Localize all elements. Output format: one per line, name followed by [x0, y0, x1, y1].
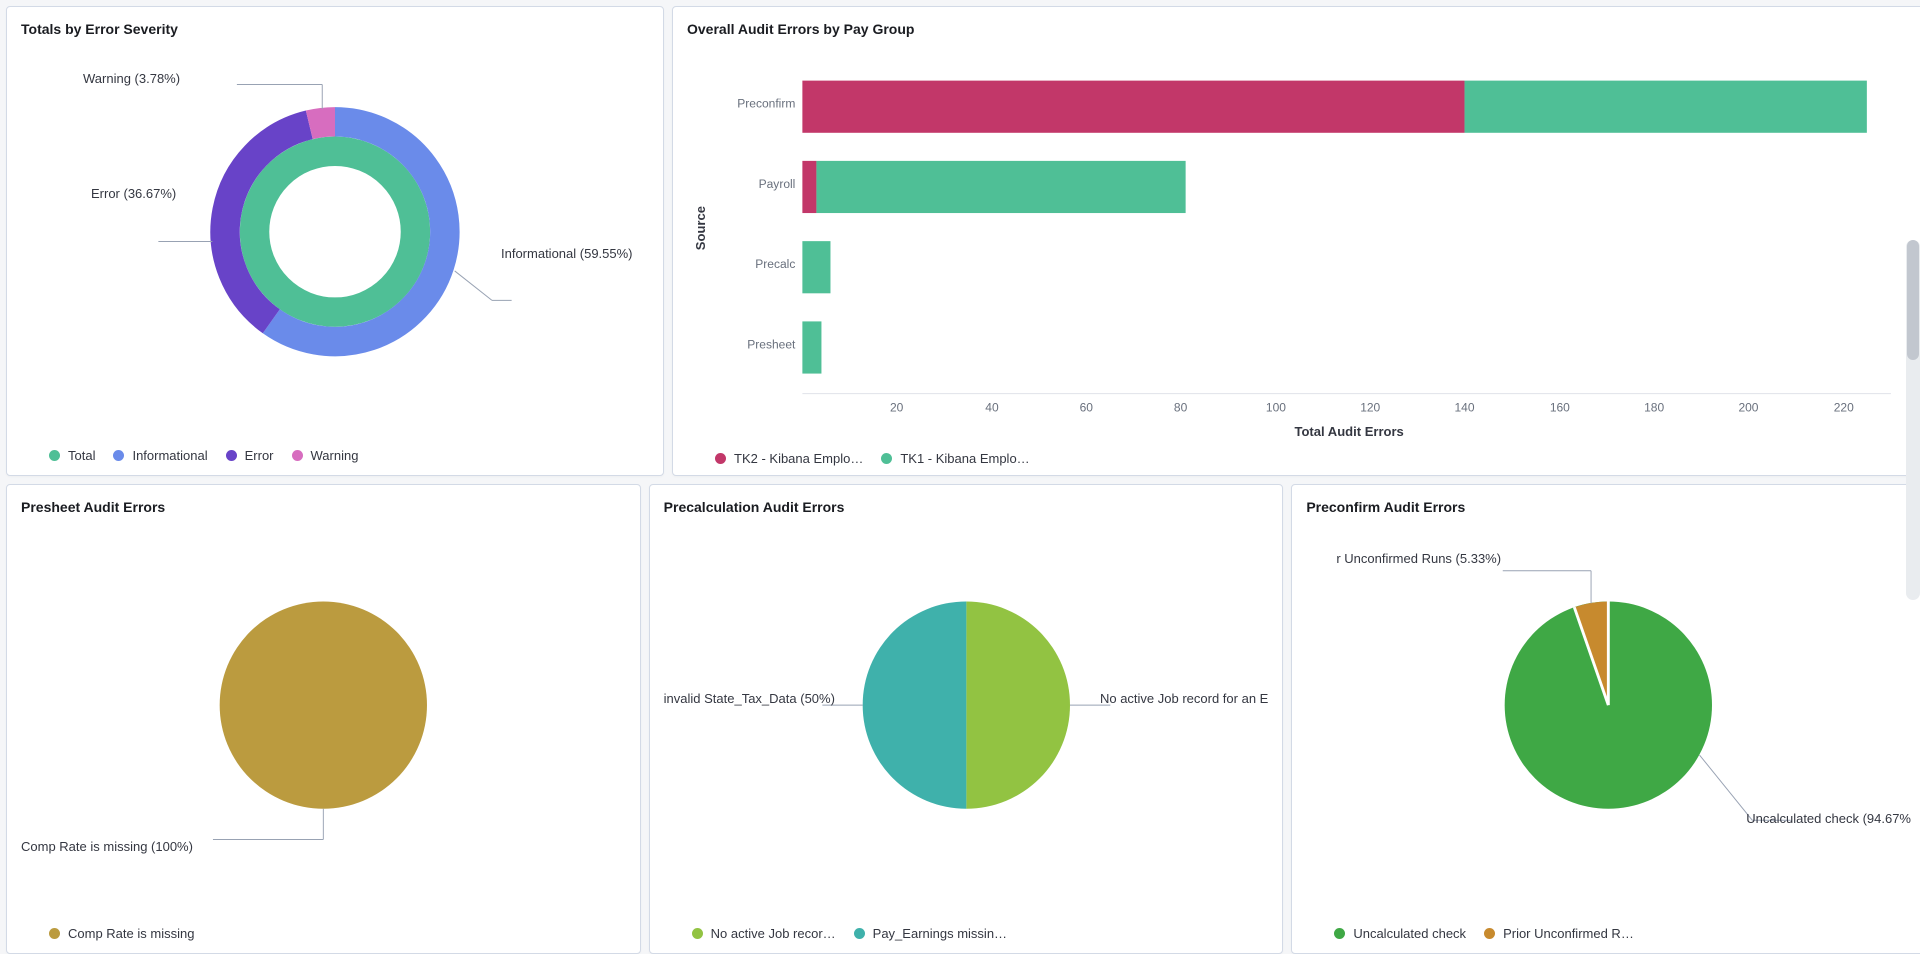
legend-label: TK1 - Kibana Emplo…	[900, 451, 1029, 466]
panel-title-paygroup: Overall Audit Errors by Pay Group	[687, 21, 1911, 37]
legend-item-warning[interactable]: Warning	[292, 448, 359, 463]
swatch-icon	[692, 928, 703, 939]
xt4: 100	[1266, 401, 1286, 415]
yt0: Preconfirm	[737, 97, 795, 111]
legend-item-payearnings[interactable]: Pay_Earnings missin…	[854, 926, 1007, 941]
legend-label: Total	[68, 448, 95, 463]
legend-item-prior[interactable]: Prior Unconfirmed R…	[1484, 926, 1634, 941]
callout-error: Error (36.67%)	[91, 186, 176, 201]
callout-invalid: invalid State_Tax_Data (50%)	[664, 691, 835, 706]
swatch-icon	[226, 450, 237, 461]
legend-severity: Total Informational Error Warning	[21, 442, 649, 467]
swatch-icon	[715, 453, 726, 464]
legend-preconfirm: Uncalculated check Prior Unconfirmed R…	[1306, 920, 1911, 945]
swatch-icon	[881, 453, 892, 464]
yt1: Payroll	[759, 177, 796, 191]
xt7: 160	[1550, 401, 1570, 415]
xt1: 40	[985, 401, 999, 415]
legend-label: TK2 - Kibana Emplo…	[734, 451, 863, 466]
window-scrollbar[interactable]	[1906, 240, 1920, 600]
swatch-icon	[49, 450, 60, 461]
panel-title-severity: Totals by Error Severity	[21, 21, 649, 37]
legend-item-comprate[interactable]: Comp Rate is missing	[49, 926, 194, 941]
callout-informational: Informational (59.55%)	[501, 246, 633, 261]
xt2: 60	[1080, 401, 1094, 415]
legend-paygroup: TK2 - Kibana Emplo… TK1 - Kibana Emplo…	[687, 445, 1911, 470]
swatch-icon	[1334, 928, 1345, 939]
swatch-icon	[854, 928, 865, 939]
legend-label: Comp Rate is missing	[68, 926, 194, 941]
legend-label: Prior Unconfirmed R…	[1503, 926, 1634, 941]
legend-label: Uncalculated check	[1353, 926, 1466, 941]
xt9: 200	[1738, 401, 1758, 415]
legend-label: Error	[245, 448, 274, 463]
donut-chart-severity[interactable]: Warning (3.78%) Error (36.67%) Informati…	[21, 41, 649, 442]
xt5: 120	[1360, 401, 1380, 415]
legend-label: Warning	[311, 448, 359, 463]
legend-label: Informational	[132, 448, 207, 463]
legend-item-nojob[interactable]: No active Job recor…	[692, 926, 836, 941]
panel-preconfirm: Preconfirm Audit Errors	[1291, 484, 1920, 954]
legend-item-uncalc[interactable]: Uncalculated check	[1334, 926, 1466, 941]
pie-chart-precalc[interactable]: invalid State_Tax_Data (50%) No active J…	[664, 519, 1269, 920]
swatch-icon	[49, 928, 60, 939]
callout-nojob: No active Job record for an E	[1100, 691, 1268, 706]
legend-item-tk1[interactable]: TK1 - Kibana Emplo…	[881, 451, 1029, 466]
swatch-icon	[292, 450, 303, 461]
swatch-icon	[113, 450, 124, 461]
yt2: Precalc	[755, 257, 795, 271]
scrollbar-thumb[interactable]	[1907, 240, 1919, 360]
xt0: 20	[890, 401, 904, 415]
swatch-icon	[1484, 928, 1495, 939]
callout-comprate: Comp Rate is missing (100%)	[21, 839, 193, 854]
panel-severity: Totals by Error Severity	[6, 6, 664, 476]
legend-precalc: No active Job recor… Pay_Earnings missin…	[664, 920, 1269, 945]
pie-chart-preconfirm[interactable]: r Unconfirmed Runs (5.33%) Uncalculated …	[1306, 519, 1911, 920]
legend-item-tk2[interactable]: TK2 - Kibana Emplo…	[715, 451, 863, 466]
panel-title-presheet: Presheet Audit Errors	[21, 499, 626, 515]
panel-title-precalc: Precalculation Audit Errors	[664, 499, 1269, 515]
legend-item-error[interactable]: Error	[226, 448, 274, 463]
panel-paygroup: Overall Audit Errors by Pay Group Source…	[672, 6, 1920, 476]
xt6: 140	[1455, 401, 1475, 415]
x-axis-label: Total Audit Errors	[1294, 424, 1403, 439]
yt3: Presheet	[747, 337, 796, 351]
legend-item-informational[interactable]: Informational	[113, 448, 207, 463]
xt8: 180	[1644, 401, 1664, 415]
callout-prior: r Unconfirmed Runs (5.33%)	[1336, 551, 1501, 566]
legend-presheet: Comp Rate is missing	[21, 920, 626, 945]
panel-title-preconfirm: Preconfirm Audit Errors	[1306, 499, 1911, 515]
legend-item-total[interactable]: Total	[49, 448, 95, 463]
panel-presheet: Presheet Audit Errors Comp Rate is missi…	[6, 484, 641, 954]
y-axis-label: Source	[693, 206, 708, 250]
xt3: 80	[1174, 401, 1188, 415]
legend-label: No active Job recor…	[711, 926, 836, 941]
bar-chart-paygroup[interactable]: Source Preconfirm Payroll Precalc Preshe…	[687, 41, 1911, 445]
panel-precalc: Precalculation Audit Errors invalid Stat…	[649, 484, 1284, 954]
callout-uncalc: Uncalculated check (94.67%	[1746, 811, 1911, 826]
pie-chart-presheet[interactable]: Comp Rate is missing (100%)	[21, 519, 626, 920]
callout-warning: Warning (3.78%)	[83, 71, 180, 86]
legend-label: Pay_Earnings missin…	[873, 926, 1007, 941]
xt10: 220	[1834, 401, 1854, 415]
